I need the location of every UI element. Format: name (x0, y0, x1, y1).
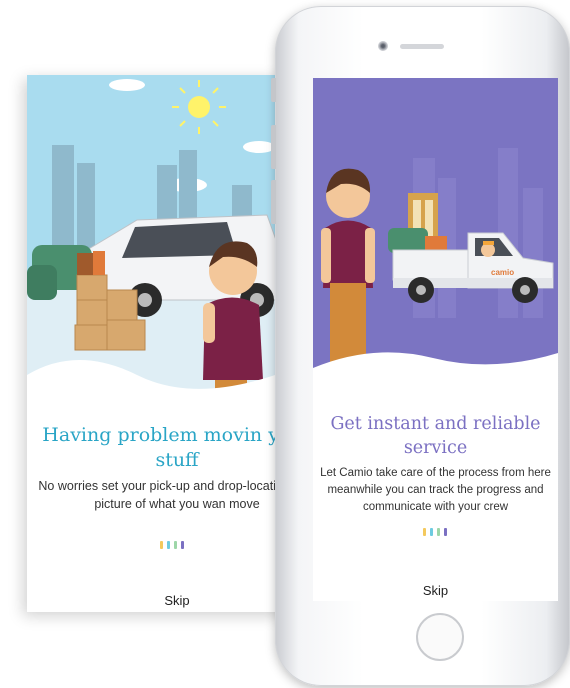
moving-problem-illustration (27, 75, 289, 405)
earpiece-speaker (400, 44, 444, 49)
page-dot (181, 541, 184, 549)
volume-up-button (271, 125, 276, 169)
onboarding-description: No worries set your pick-up and drop-loc… (38, 479, 289, 511)
onboarding-title: Having problem movin your stuff (42, 424, 289, 471)
onboarding-description: Let Camio take care of the process from … (320, 467, 551, 513)
page-dot (437, 528, 440, 536)
page-dot (160, 541, 163, 549)
page-indicator (160, 541, 184, 549)
page-indicator (423, 528, 447, 536)
onboarding-title: Get instant and reliable service (330, 414, 541, 458)
skip-button[interactable]: Skip (313, 583, 558, 598)
reliable-service-illustration: camio (313, 78, 558, 398)
page-dot (444, 528, 447, 536)
back-phone-screen: Having problem movin your stuff No worri… (27, 75, 289, 612)
page-dot (423, 528, 426, 536)
page-dot (430, 528, 433, 536)
skip-button[interactable]: Skip (27, 593, 289, 608)
page-dot (167, 541, 170, 549)
volume-down-button (271, 180, 276, 224)
front-phone-screen: camio Get instant and reliable service L… (313, 78, 558, 601)
mute-switch (271, 78, 276, 102)
camio-logo: camio (491, 268, 514, 277)
home-button[interactable] (416, 613, 464, 661)
front-camera (378, 41, 388, 51)
page-dot (174, 541, 177, 549)
